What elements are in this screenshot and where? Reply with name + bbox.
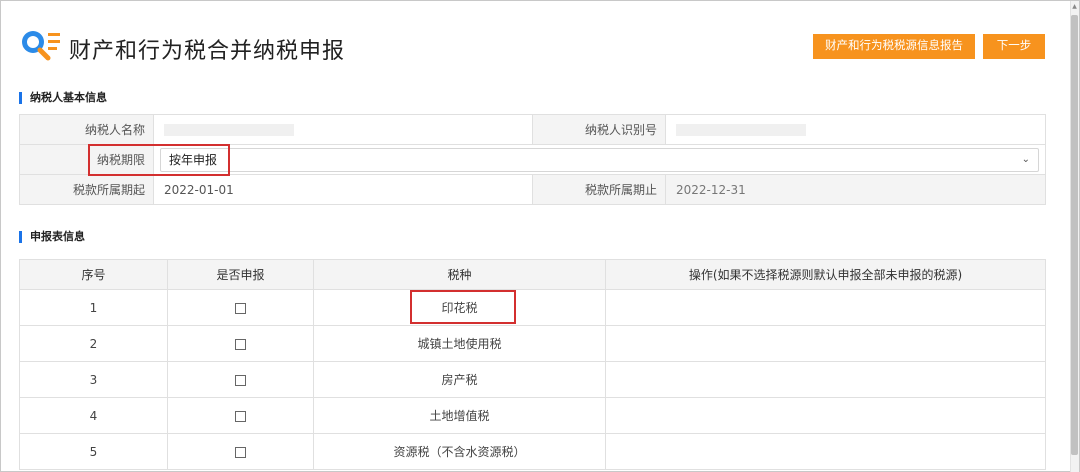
taxpayer-row-name: 纳税人名称 纳税人识别号 [19,114,1046,145]
operation-cell [605,397,1046,434]
section-title-declaration: 申报表信息 [19,231,85,243]
tax-period-selected-value: 按年申报 [169,152,218,167]
declaration-header-row: 序号 是否申报 税种 操作(如果不选择税源则默认申报全部未申报的税源) [19,259,1046,290]
tax-source-report-button[interactable]: 财产和行为税税源信息报告 [813,34,975,59]
declare-cell [167,325,314,362]
row-number: 1 [19,289,168,326]
column-header-number: 序号 [19,259,168,290]
scrollbar-thumb[interactable] [1071,15,1078,455]
taxpayer-row-period: 纳税期限 按年申报 ⌄ [19,144,1046,175]
row-number: 5 [19,433,168,470]
table-row: 2 城镇土地使用税 [19,325,1046,362]
declaration-table: 序号 是否申报 税种 操作(如果不选择税源则默认申报全部未申报的税源) 1 印花… [19,259,1046,470]
operation-cell [605,361,1046,398]
tax-period-label: 纳税期限 [19,144,154,175]
operation-cell [605,433,1046,470]
declare-checkbox[interactable] [235,374,246,386]
tax-period-start-value: 2022-01-01 [153,174,533,205]
row-number: 2 [19,325,168,362]
declare-checkbox[interactable] [235,338,246,350]
declare-cell [167,289,314,326]
search-document-icon [22,31,60,61]
taxpayer-name-redacted [164,124,294,136]
tax-period-end-label: 税款所属期止 [532,174,666,205]
taxpayer-info-table: 纳税人名称 纳税人识别号 纳税期限 按年申报 ⌄ 税款所属期起 2022-01-… [19,114,1046,205]
tax-type-cell: 城镇土地使用税 [313,325,606,362]
tax-period-end-value: 2022-12-31 [665,174,1046,205]
declare-checkbox[interactable] [235,302,246,314]
operation-cell [605,325,1046,362]
declare-cell [167,397,314,434]
tax-period-cell: 按年申报 ⌄ [153,144,1046,175]
taxpayer-id-value [665,114,1046,145]
taxpayer-name-label: 纳税人名称 [19,114,154,145]
vertical-scrollbar[interactable]: ▲ [1070,1,1079,472]
tax-period-start-label: 税款所属期起 [19,174,154,205]
scroll-up-arrow-icon[interactable]: ▲ [1071,3,1078,11]
page-title: 财产和行为税合并纳税申报 [69,39,346,64]
operation-cell [605,289,1046,326]
tax-period-select[interactable]: 按年申报 ⌄ [160,147,1039,172]
next-step-button[interactable]: 下一步 [983,34,1045,59]
table-row: 1 印花税 [19,289,1046,326]
tax-type-cell: 房产税 [313,361,606,398]
row-number: 4 [19,397,168,434]
section-title-taxpayer-info: 纳税人基本信息 [19,92,107,104]
taxpayer-row-dates: 税款所属期起 2022-01-01 税款所属期止 2022-12-31 [19,174,1046,205]
tax-type-cell: 印花税 [313,289,606,326]
declare-checkbox[interactable] [235,446,246,458]
tax-type-cell: 资源税（不含水资源税） [313,433,606,470]
declare-checkbox[interactable] [235,410,246,422]
column-header-operation: 操作(如果不选择税源则默认申报全部未申报的税源) [605,259,1046,290]
page-header: 财产和行为税合并纳税申报 财产和行为税税源信息报告 下一步 [19,27,1059,67]
taxpayer-id-label: 纳税人识别号 [532,114,666,145]
app-window: 财产和行为税合并纳税申报 财产和行为税税源信息报告 下一步 纳税人基本信息 纳税… [0,0,1080,472]
tax-type-cell: 土地增值税 [313,397,606,434]
chevron-down-icon[interactable]: ⌄ [1022,149,1030,171]
row-number: 3 [19,361,168,398]
table-row: 3 房产税 [19,361,1046,398]
column-header-tax-type: 税种 [313,259,606,290]
taxpayer-name-value [153,114,533,145]
declare-cell [167,361,314,398]
column-header-declare: 是否申报 [167,259,314,290]
table-row: 5 资源税（不含水资源税） [19,433,1046,470]
taxpayer-id-redacted [676,124,806,136]
declare-cell [167,433,314,470]
table-row: 4 土地增值税 [19,397,1046,434]
